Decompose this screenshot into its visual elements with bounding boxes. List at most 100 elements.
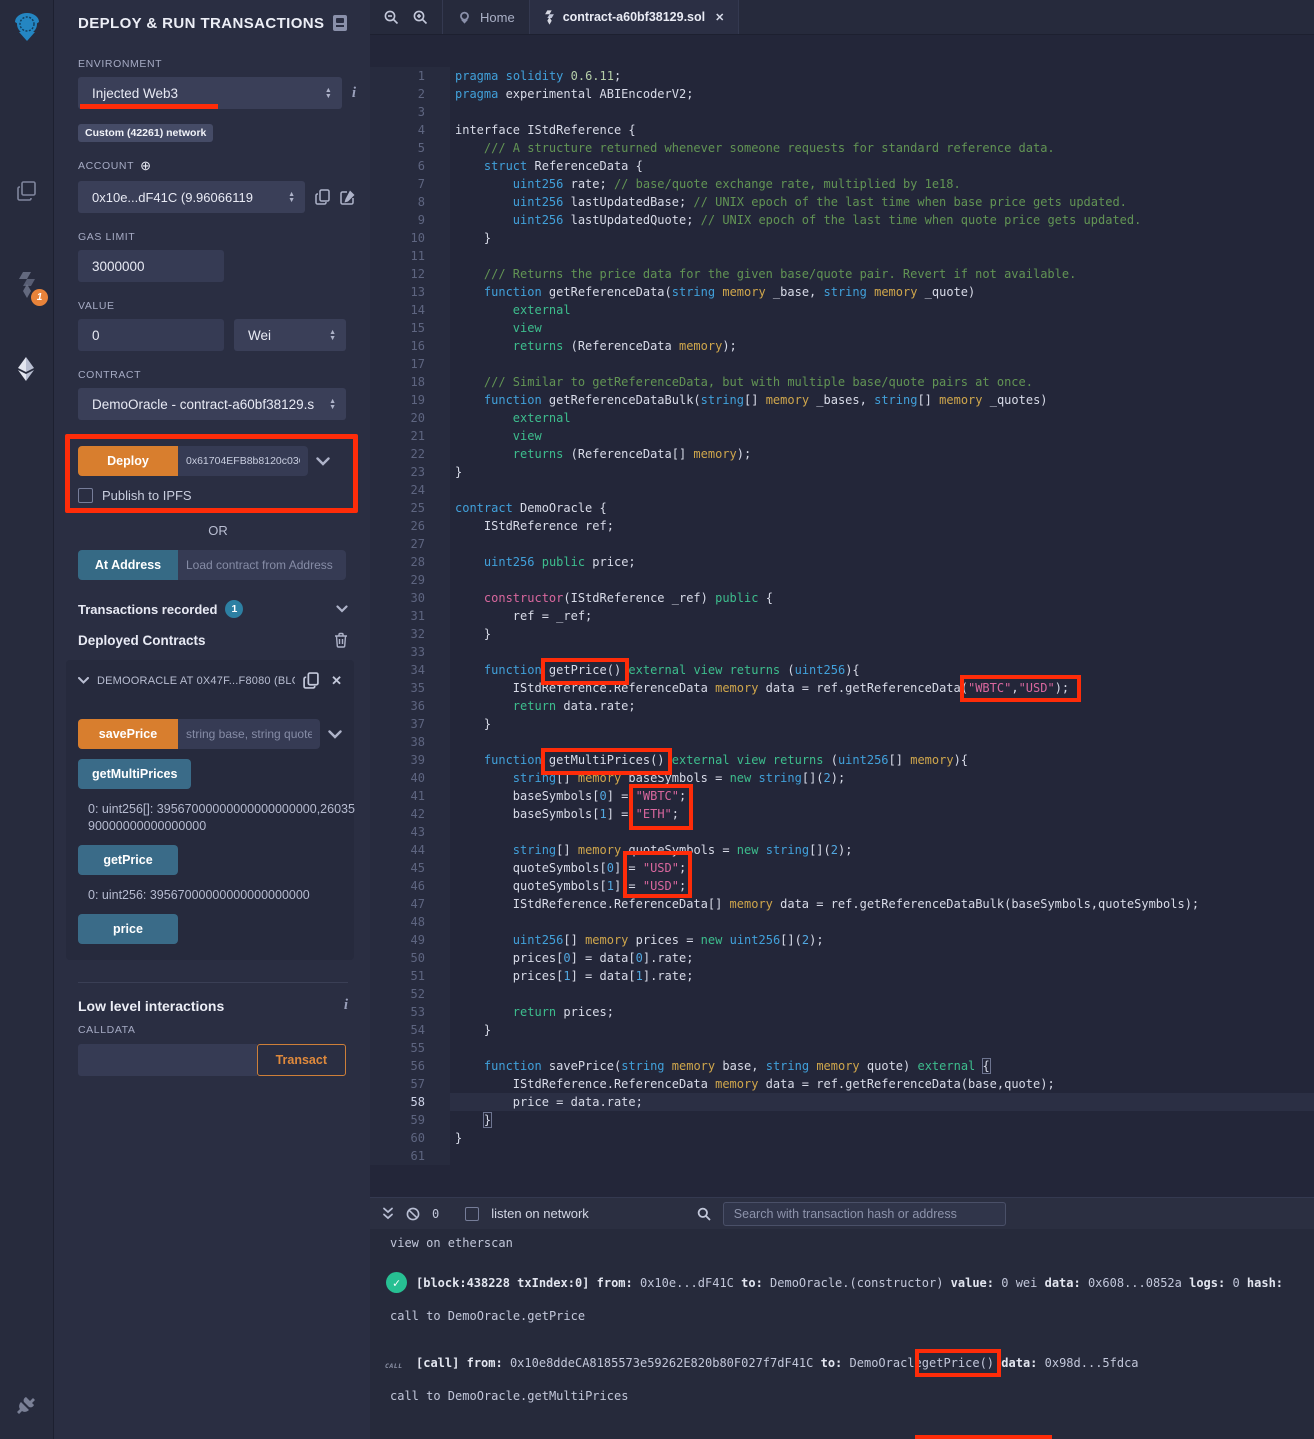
value-unit: Wei — [248, 328, 271, 343]
calldata-label: CALLDATA — [78, 1024, 358, 1036]
code-line: baseSymbols[1] = "ETH"; — [455, 805, 1199, 823]
tab-home[interactable]: Home — [442, 0, 530, 34]
code-line: quoteSymbols[0] = "USD"; — [455, 859, 1199, 877]
code-line: uint256 public price; — [455, 553, 1199, 571]
code-line: contract DemoOracle { — [455, 499, 1199, 517]
code-line: view — [455, 319, 1199, 337]
zoom-in-icon[interactable] — [413, 10, 428, 25]
getmultiprices-button[interactable]: getMultiPrices — [78, 759, 191, 789]
copy-account-icon[interactable] — [315, 189, 330, 205]
gas-limit-label: GAS LIMIT — [78, 231, 358, 243]
code-line — [455, 535, 1199, 553]
at-address-input[interactable] — [178, 550, 346, 580]
code-line: IStdReference.ReferenceData memory data … — [455, 679, 1199, 697]
call-badge: CALL — [385, 1358, 403, 1374]
deploy-run-icon[interactable] — [0, 342, 54, 396]
terminal-toolbar: 0 listen on network — [370, 1197, 1314, 1229]
value-input[interactable]: 0 — [78, 319, 224, 351]
plugin-manager-icon[interactable] — [0, 1379, 54, 1433]
deploy-args-input[interactable] — [178, 446, 308, 476]
solidity-compiler-icon[interactable]: 1 — [0, 258, 54, 312]
trash-icon[interactable] — [334, 632, 348, 648]
book-icon[interactable] — [332, 14, 348, 32]
environment-select[interactable]: Injected Web3 ▲▼ — [78, 77, 342, 109]
chevron-updown-icon: ▲▼ — [329, 399, 336, 410]
edit-account-icon[interactable] — [340, 189, 356, 205]
code-lines[interactable]: pragma solidity 0.6.11;pragma experiment… — [455, 67, 1199, 1165]
value-unit-select[interactable]: Wei ▲▼ — [234, 319, 346, 351]
account-value: 0x10e...dF41C (9.96066119 — [92, 190, 253, 205]
transact-button[interactable]: Transact — [257, 1044, 346, 1076]
environment-label: ENVIRONMENT — [78, 58, 358, 70]
account-select[interactable]: 0x10e...dF41C (9.96066119 ▲▼ — [78, 181, 305, 213]
file-explorer-icon[interactable] — [0, 164, 54, 218]
compiler-badge: 1 — [31, 289, 48, 306]
contract-select[interactable]: DemoOracle - contract-a60bf38129.s ▲▼ — [78, 388, 346, 420]
panel-title: DEPLOY & RUN TRANSACTIONS — [78, 15, 324, 32]
gas-limit-value: 3000000 — [92, 259, 145, 274]
code-line: baseSymbols[0] = "WBTC"; — [455, 787, 1199, 805]
transactions-count-badge: 1 — [225, 600, 243, 618]
code-line: returns (ReferenceData memory); — [455, 337, 1199, 355]
code-line: external — [455, 301, 1199, 319]
clear-console-icon[interactable] — [406, 1207, 420, 1221]
value-label: VALUE — [78, 300, 358, 312]
calldata-input[interactable] — [78, 1044, 257, 1076]
close-tab-icon[interactable]: ✕ — [715, 11, 724, 24]
gas-limit-input[interactable]: 3000000 — [78, 250, 224, 282]
chevron-down-icon[interactable] — [78, 677, 89, 684]
chevron-down-icon[interactable] — [336, 605, 348, 613]
or-label: OR — [78, 523, 358, 538]
price-button[interactable]: price — [78, 914, 178, 944]
getprice-button[interactable]: getPrice — [78, 845, 178, 875]
chevron-down-icon[interactable] — [328, 730, 342, 739]
tab-contract-file[interactable]: contract-a60bf38129.sol ✕ — [530, 0, 740, 34]
saveprice-args-input[interactable] — [178, 719, 320, 749]
getmultiprices-result: 0: uint256[]: 39567000000000000000000,26… — [88, 801, 360, 835]
environment-info-icon[interactable]: i — [352, 85, 356, 102]
editor-gutter[interactable]: 1234567891011121314151617181920212223242… — [370, 67, 450, 1165]
collapse-terminal-icon[interactable] — [382, 1207, 394, 1220]
close-icon[interactable]: ✕ — [331, 673, 342, 689]
terminal-line: call to DemoOracle.getMultiPrices — [390, 1388, 1314, 1404]
listen-network-label: listen on network — [491, 1206, 589, 1221]
at-address-button[interactable]: At Address — [78, 550, 178, 580]
deploy-run-panel: DEPLOY & RUN TRANSACTIONS ENVIRONMENT In… — [54, 0, 370, 1439]
chevron-updown-icon: ▲▼ — [325, 88, 332, 99]
deploy-button[interactable]: Deploy — [78, 446, 178, 476]
network-badge: Custom (42261) network — [78, 124, 213, 142]
chevron-updown-icon: ▲▼ — [329, 330, 336, 341]
code-line — [455, 823, 1199, 841]
code-line: prices[1] = data[1].rate; — [455, 967, 1199, 985]
low-level-info-icon[interactable]: i — [344, 997, 348, 1014]
code-line: constructor(IStdReference _ref) public { — [455, 589, 1199, 607]
terminal: 0 listen on network view on etherscan ✓[b… — [370, 1197, 1314, 1439]
deployed-contract-card: DEMOORACLE AT 0X47F...F8080 (BLO( ✕ save… — [66, 660, 354, 960]
add-account-icon[interactable]: ⊕ — [140, 158, 152, 174]
code-line: } — [455, 715, 1199, 733]
listen-network-checkbox[interactable] — [465, 1207, 479, 1221]
publish-ipfs-checkbox[interactable] — [78, 488, 93, 503]
code-line: } — [455, 463, 1199, 481]
value-amount: 0 — [92, 328, 100, 343]
code-line: pragma experimental ABIEncoderV2; — [455, 85, 1199, 103]
terminal-line: view on etherscan — [390, 1235, 1314, 1251]
terminal-log[interactable]: view on etherscan ✓[block:438228 txIndex:… — [370, 1235, 1314, 1439]
code-line: interface IStdReference { — [455, 121, 1199, 139]
saveprice-button[interactable]: savePrice — [78, 719, 178, 749]
code-line: string[] memory baseSymbols = new string… — [455, 769, 1199, 787]
code-line: function getMultiPrices() external view … — [455, 751, 1199, 769]
chevron-down-icon[interactable] — [316, 457, 330, 466]
zoom-out-icon[interactable] — [384, 10, 399, 25]
terminal-line: ✓[block:438228 txIndex:0] from: 0x10e...… — [416, 1275, 1314, 1291]
copy-icon[interactable] — [303, 672, 319, 689]
code-line: ref = _ref; — [455, 607, 1199, 625]
code-line: /// A structure returned whenever someon… — [455, 139, 1199, 157]
code-line: /// Similar to getReferenceData, but wit… — [455, 373, 1199, 391]
code-line — [455, 481, 1199, 499]
remix-logo-icon[interactable] — [0, 0, 54, 54]
tab-contract-label: contract-a60bf38129.sol — [563, 10, 705, 24]
code-line: prices[0] = data[0].rate; — [455, 949, 1199, 967]
code-line: } — [455, 1021, 1199, 1039]
terminal-search-input[interactable] — [723, 1202, 1006, 1226]
